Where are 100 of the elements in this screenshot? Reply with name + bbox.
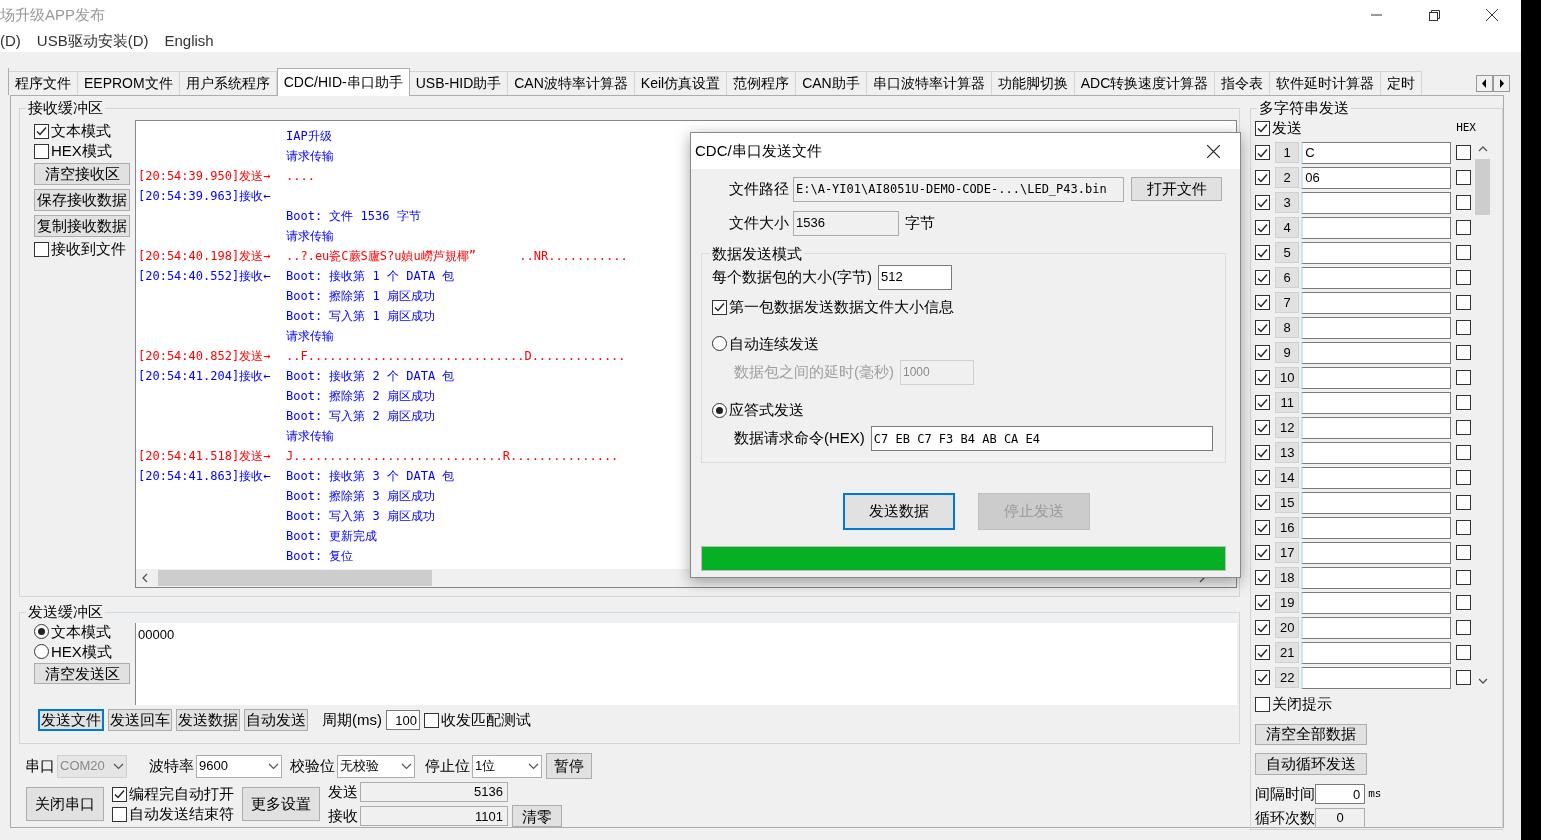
tab[interactable]: 用户系统程序 [179, 71, 277, 95]
checkbox[interactable] [1255, 145, 1271, 160]
row-send-button[interactable]: 2 [1275, 167, 1300, 188]
checkbox[interactable] [424, 712, 439, 728]
string-field[interactable] [1301, 416, 1452, 439]
checkbox[interactable] [1456, 495, 1472, 510]
menu-item[interactable]: USB驱动安装(D) [36, 29, 149, 53]
checkbox[interactable] [1255, 420, 1271, 435]
tab[interactable]: 串口波特率计算器 [866, 71, 992, 95]
menu-item[interactable]: English [164, 29, 214, 53]
row-send-button[interactable]: 5 [1275, 242, 1300, 263]
tab[interactable]: 定时 [1381, 71, 1423, 95]
string-field[interactable] [1301, 241, 1452, 264]
tab[interactable]: CDC/HID-串口助手 [276, 68, 410, 96]
button[interactable]: 自动发送 [244, 709, 308, 732]
string-field[interactable] [1301, 641, 1452, 664]
string-field[interactable] [1301, 566, 1452, 589]
row-send-button[interactable]: 12 [1275, 417, 1300, 438]
checkbox[interactable] [1255, 370, 1271, 385]
checkbox[interactable] [1255, 320, 1271, 335]
checkbox[interactable] [1255, 595, 1271, 610]
scroll-right-icon[interactable] [1493, 75, 1510, 92]
checkbox[interactable] [1255, 445, 1271, 460]
checkbox[interactable] [1255, 696, 1271, 712]
send-text-field[interactable]: 00000 [135, 623, 1238, 705]
checkbox[interactable] [1456, 395, 1472, 410]
packet-size-field[interactable]: 512 [878, 264, 952, 290]
checkbox[interactable] [1456, 170, 1472, 185]
input-field[interactable]: C7 EB C7 F3 B4 AB CA E4 [870, 426, 1213, 451]
checkbox[interactable] [1456, 520, 1472, 535]
interval-field[interactable]: 0 [1315, 784, 1366, 805]
checkbox[interactable] [1456, 595, 1472, 610]
radio-button[interactable] [34, 624, 49, 639]
string-field[interactable]: C [1301, 141, 1452, 164]
tab[interactable]: 软件延时计算器 [1270, 71, 1382, 95]
checkbox[interactable] [1456, 570, 1472, 585]
row-send-button[interactable]: 21 [1275, 642, 1300, 663]
checkbox[interactable] [1456, 620, 1472, 635]
radio-button[interactable] [712, 336, 727, 352]
tab[interactable]: 程序文件 [9, 71, 78, 95]
tab[interactable]: CAN波特率计算器 [508, 71, 635, 95]
row-send-button[interactable]: 20 [1275, 617, 1300, 638]
row-send-button[interactable]: 18 [1275, 567, 1300, 588]
close-icon[interactable] [1486, 9, 1498, 21]
checkbox[interactable] [1255, 520, 1271, 535]
scroll-up-icon[interactable] [1477, 145, 1488, 153]
row-send-button[interactable]: 22 [1275, 667, 1300, 688]
row-send-button[interactable]: 3 [1275, 192, 1300, 213]
checkbox[interactable] [1456, 670, 1472, 685]
button[interactable]: 清空发送区 [34, 663, 130, 684]
checkbox[interactable] [1255, 220, 1271, 235]
dropdown[interactable]: 9600 [196, 754, 282, 778]
checkbox[interactable] [34, 143, 49, 159]
checkbox[interactable] [1255, 245, 1271, 260]
button[interactable]: 复制接收数据 [34, 215, 130, 237]
button[interactable]: 清零 [512, 805, 562, 828]
button[interactable]: 发送回车 [108, 709, 172, 732]
checkbox[interactable] [1255, 195, 1271, 210]
checkbox[interactable] [112, 786, 127, 802]
checkbox[interactable] [1255, 670, 1271, 685]
string-field[interactable] [1301, 366, 1452, 389]
checkbox[interactable] [1456, 320, 1472, 335]
checkbox[interactable] [1456, 195, 1472, 210]
row-send-button[interactable]: 17 [1275, 542, 1300, 563]
string-field[interactable] [1301, 541, 1452, 564]
button[interactable]: 发送数据 [176, 709, 240, 732]
checkbox[interactable] [1456, 470, 1472, 485]
dropdown[interactable]: 无校验 [337, 754, 415, 778]
restore-icon[interactable] [1428, 9, 1440, 21]
checkbox[interactable] [1456, 645, 1472, 660]
scroll-left-icon[interactable] [1476, 75, 1493, 92]
checkbox[interactable] [1255, 170, 1271, 185]
row-send-button[interactable]: 6 [1275, 267, 1300, 288]
scrollbar-thumb[interactable] [1475, 159, 1491, 215]
checkbox[interactable] [1255, 120, 1271, 136]
checkbox[interactable] [112, 806, 127, 822]
checkbox[interactable] [1255, 620, 1271, 635]
row-send-button[interactable]: 7 [1275, 292, 1300, 313]
string-field[interactable] [1301, 466, 1452, 489]
button[interactable]: 清空全部数据 [1255, 723, 1368, 746]
checkbox[interactable] [1255, 395, 1271, 410]
checkbox[interactable] [1456, 145, 1472, 160]
checkbox[interactable] [1456, 445, 1472, 460]
checkbox[interactable] [1456, 345, 1472, 360]
string-field[interactable] [1301, 666, 1452, 689]
string-field[interactable] [1301, 591, 1452, 614]
checkbox[interactable] [1456, 420, 1472, 435]
row-send-button[interactable]: 10 [1275, 367, 1300, 388]
tab[interactable]: ADC转换速度计算器 [1074, 71, 1216, 95]
scroll-left-icon[interactable] [141, 573, 149, 583]
row-send-button[interactable]: 16 [1275, 517, 1300, 538]
string-field[interactable] [1301, 516, 1452, 539]
scroll-down-icon[interactable] [1477, 677, 1488, 685]
tab[interactable]: 范例程序 [727, 71, 797, 95]
checkbox[interactable] [34, 123, 49, 139]
tab[interactable]: EEPROM文件 [78, 71, 180, 95]
button[interactable]: 打开文件 [1131, 177, 1222, 201]
checkbox[interactable] [1456, 220, 1472, 235]
checkbox[interactable] [1456, 295, 1472, 310]
tab[interactable]: CAN助手 [796, 71, 867, 95]
